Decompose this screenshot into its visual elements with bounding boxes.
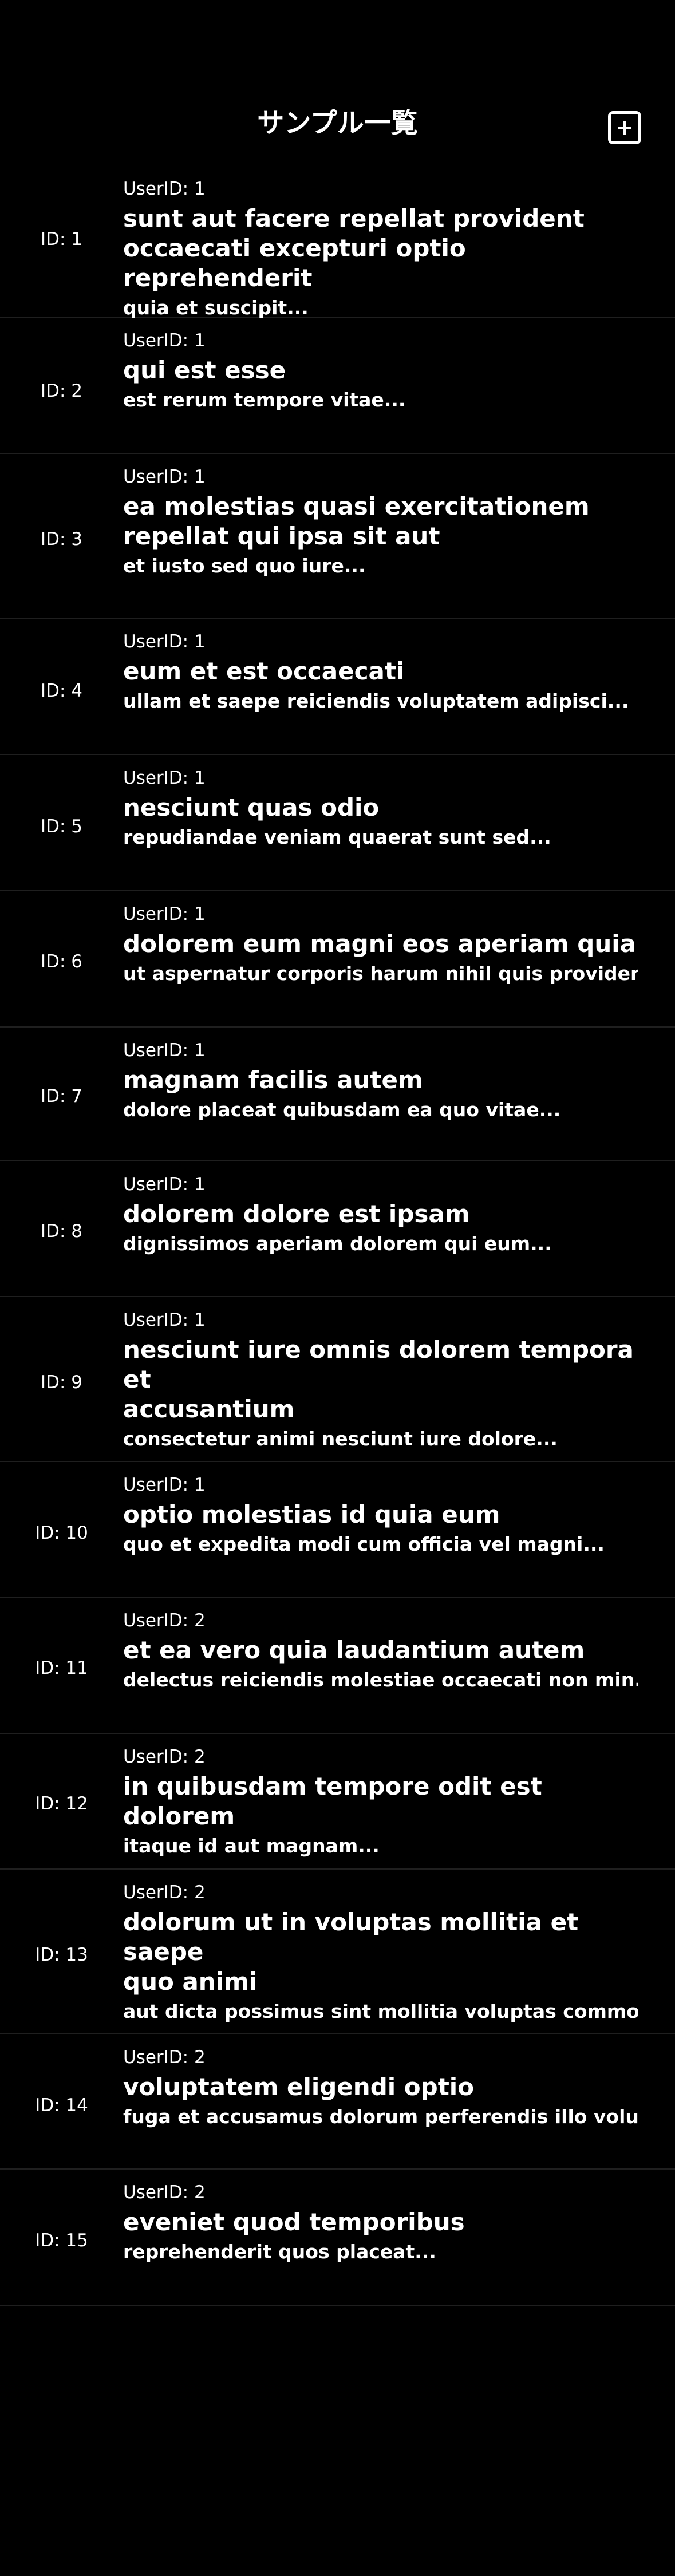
post-content: UserID: 1 nesciunt quas odio repudiandae v…: [123, 767, 638, 850]
post-content: UserID: 1 eum et est occaecati ullam et sa…: [123, 630, 638, 714]
post-body-preview: dignissimos aperiam dolorem qui eum...: [123, 1232, 552, 1255]
post-title: nesciunt iure omnis dolorem tempora et a…: [123, 1336, 634, 1423]
post-id-label: ID: 11: [35, 1658, 88, 1678]
post-row[interactable]: ID: 13 UserID: 2 dolorum ut in voluptas mo…: [0, 1870, 675, 2034]
post-row[interactable]: ID: 12 UserID: 2 in quibusdam tempore odit…: [0, 1734, 675, 1870]
post-row[interactable]: ID: 11 UserID: 2 et ea vero quia laudantiu…: [0, 1598, 675, 1734]
post-content: UserID: 2 voluptatem eligendi optio fuga e…: [123, 2046, 638, 2129]
post-content: UserID: 2 et ea vero quia laudantium aute…: [123, 1609, 638, 1693]
plus-icon-stroke: [623, 121, 626, 135]
post-id-label: ID: 3: [40, 529, 83, 550]
post-title: dolorem dolore est ipsam: [123, 1200, 470, 1228]
post-body-preview: dolore placeat quibusdam ea quo vitae...: [123, 1099, 561, 1121]
post-id-label: ID: 1: [40, 229, 83, 250]
post-body-preview: est rerum tempore vitae...: [123, 389, 406, 411]
post-user-id: UserID: 1: [123, 1475, 206, 1495]
post-row[interactable]: ID: 5 UserID: 1 nesciunt quas odio repudian…: [0, 755, 675, 891]
post-row[interactable]: ID: 2 UserID: 1 qui est esse est rerum temp…: [0, 318, 675, 454]
post-row[interactable]: ID: 1 UserID: 1 sunt aut facere repellat p…: [0, 166, 675, 321]
post-id-label: ID: 9: [40, 1372, 83, 1393]
post-id-label: ID: 7: [40, 1086, 83, 1107]
post-id-label: ID: 2: [40, 381, 83, 401]
post-body-preview: et iusto sed quo iure...: [123, 555, 366, 577]
post-row[interactable]: ID: 9 UserID: 1 nesciunt iure omnis dolore…: [0, 1297, 675, 1462]
post-row[interactable]: ID: 10 UserID: 1 optio molestias id quia e…: [0, 1462, 675, 1598]
post-title: sunt aut facere repellat provident occae…: [123, 204, 585, 292]
post-user-id: UserID: 1: [123, 330, 206, 351]
post-content: UserID: 1 dolorem eum magni eos aperiam q…: [123, 903, 638, 986]
post-user-id: UserID: 1: [123, 768, 206, 788]
post-title: optio molestias id quia eum: [123, 1500, 500, 1528]
post-body-preview: aut dicta possimus sint mollitia volupta…: [123, 2000, 638, 2022]
post-title: dolorem eum magni eos aperiam quia: [123, 930, 637, 958]
post-row[interactable]: ID: 15 UserID: 2 eveniet quod temporibus re…: [0, 2170, 675, 2306]
post-content: UserID: 2 dolorum ut in voluptas mollitia…: [123, 1881, 638, 2024]
post-user-id: UserID: 1: [123, 179, 206, 199]
post-user-id: UserID: 1: [123, 1174, 206, 1195]
post-content: UserID: 1 magnam facilis autem dolore plac…: [123, 1039, 638, 1123]
post-user-id: UserID: 1: [123, 1040, 206, 1061]
post-id-label: ID: 10: [35, 1523, 88, 1543]
post-body-preview: itaque id aut magnam...: [123, 1835, 380, 1857]
post-id-label: ID: 4: [40, 681, 83, 701]
post-content: UserID: 1 dolorem dolore est ipsam digniss…: [123, 1173, 638, 1257]
post-id-label: ID: 15: [35, 2230, 88, 2251]
post-content: UserID: 1 optio molestias id quia eum quo …: [123, 1473, 638, 1557]
post-content: UserID: 2 eveniet quod temporibus reprehen…: [123, 2181, 638, 2265]
post-title: magnam facilis autem: [123, 1066, 423, 1094]
post-row[interactable]: ID: 3 UserID: 1 ea molestias quasi exercit…: [0, 454, 675, 619]
post-title: dolorum ut in voluptas mollitia et saepe…: [123, 1908, 579, 1996]
post-body-preview: consectetur animi nesciunt iure dolore..…: [123, 1428, 558, 1450]
post-title: nesciunt quas odio: [123, 793, 380, 821]
post-title: voluptatem eligendi optio: [123, 2073, 475, 2101]
post-user-id: UserID: 1: [123, 631, 206, 652]
post-id-label: ID: 13: [35, 1945, 88, 1965]
post-user-id: UserID: 2: [123, 2047, 206, 2068]
post-content: UserID: 1 sunt aut facere repellat provid…: [123, 177, 638, 321]
post-id-label: ID: 8: [40, 1221, 83, 1242]
post-user-id: UserID: 1: [123, 467, 206, 487]
post-title: eveniet quod temporibus: [123, 2208, 465, 2236]
post-body-preview: quo et expedita modi cum officia vel mag…: [123, 1533, 605, 1555]
post-title: et ea vero quia laudantium autem: [123, 1636, 585, 1664]
post-content: UserID: 1 ea molestias quasi exercitation…: [123, 465, 638, 579]
post-user-id: UserID: 2: [123, 1747, 206, 1767]
post-id-label: ID: 5: [40, 816, 83, 837]
post-id-label: ID: 6: [40, 951, 83, 972]
post-body-preview: fuga et accusamus dolorum perferendis il…: [123, 2105, 638, 2128]
post-user-id: UserID: 2: [123, 2182, 206, 2203]
add-post-button[interactable]: [608, 111, 641, 144]
post-user-id: UserID: 2: [123, 1882, 206, 1903]
post-body-preview: delectus reiciendis molestiae occaecati …: [123, 1669, 638, 1691]
post-row[interactable]: ID: 14 UserID: 2 voluptatem eligendi optio…: [0, 2034, 675, 2170]
post-content: UserID: 1 qui est esse est rerum tempore v…: [123, 329, 638, 413]
post-body-preview: ut aspernatur corporis harum nihil quis …: [123, 962, 638, 985]
post-title: in quibusdam tempore odit est dolorem: [123, 1772, 542, 1830]
post-row[interactable]: ID: 8 UserID: 1 dolorem dolore est ipsam di…: [0, 1161, 675, 1297]
post-row[interactable]: ID: 4 UserID: 1 eum et est occaecati ullam …: [0, 619, 675, 755]
post-row[interactable]: ID: 7 UserID: 1 magnam facilis autem dolore…: [0, 1028, 675, 1161]
post-row[interactable]: ID: 6 UserID: 1 dolorem eum magni eos aper…: [0, 891, 675, 1028]
post-content: UserID: 1 nesciunt iure omnis dolorem tem…: [123, 1309, 638, 1452]
navigation-bar: サンプル一覧: [0, 0, 675, 166]
post-title: ea molestias quasi exercitationem repell…: [123, 492, 590, 550]
post-body-preview: ullam et saepe reiciendis voluptatem adi…: [123, 690, 629, 712]
post-body-preview: quia et suscipit...: [123, 297, 309, 319]
post-body-preview: reprehenderit quos placeat...: [123, 2241, 436, 2263]
post-title: qui est esse: [123, 356, 286, 384]
post-user-id: UserID: 1: [123, 904, 206, 924]
page-title: サンプル一覧: [257, 108, 418, 139]
post-user-id: UserID: 1: [123, 1310, 206, 1330]
post-content: UserID: 2 in quibusdam tempore odit est d…: [123, 1745, 638, 1859]
post-title: eum et est occaecati: [123, 657, 405, 685]
post-body-preview: repudiandae veniam quaerat sunt sed...: [123, 826, 551, 848]
post-user-id: UserID: 2: [123, 1610, 206, 1631]
post-id-label: ID: 12: [35, 1793, 88, 1814]
post-id-label: ID: 14: [35, 2095, 88, 2116]
